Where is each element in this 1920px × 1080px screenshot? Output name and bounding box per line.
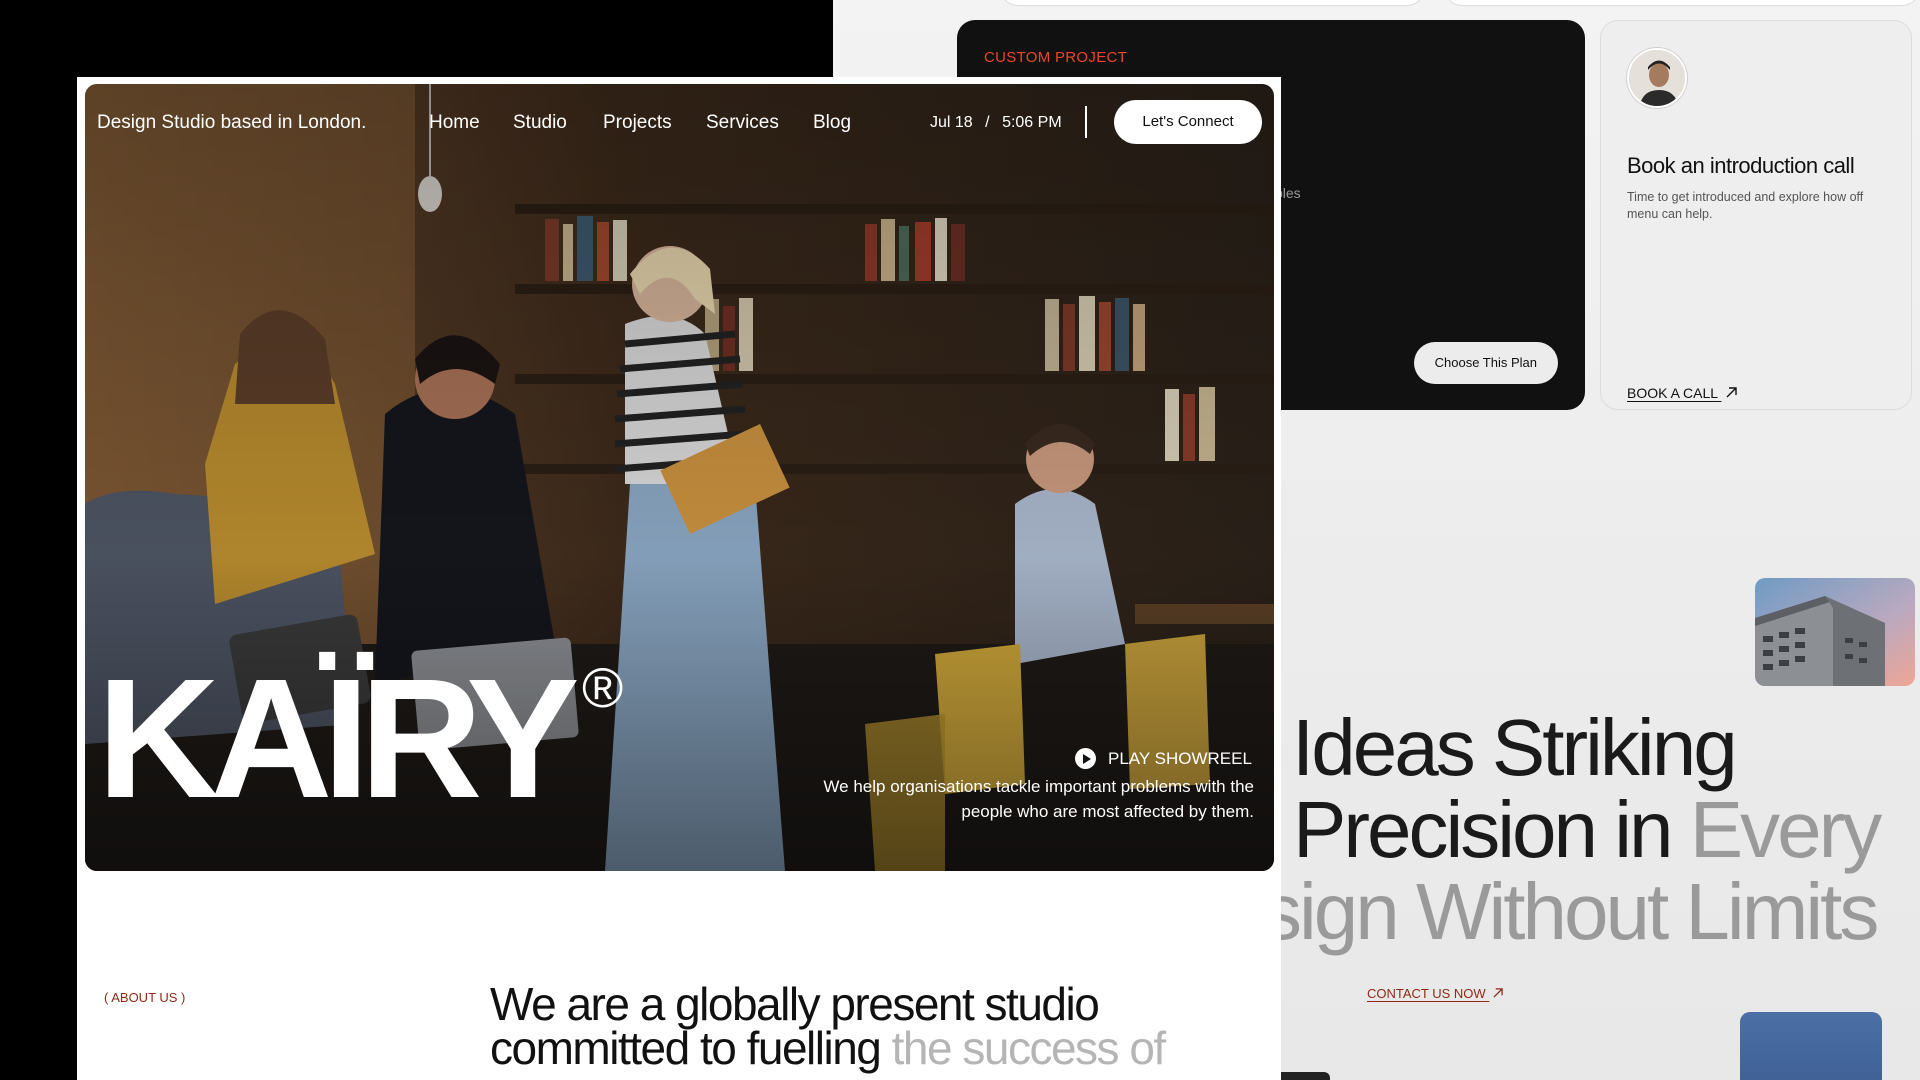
headline-line-1: l Ideas Striking bbox=[1258, 703, 1738, 792]
headline-dark: Precision in bbox=[1293, 785, 1674, 874]
play-icon bbox=[1075, 748, 1096, 769]
headline-line-3: sign Without Limits bbox=[1262, 867, 1879, 956]
hero-section: Design Studio based in London. Home Stud… bbox=[85, 84, 1274, 871]
arrow-up-right-icon bbox=[1493, 986, 1504, 1001]
about-text-grey: the success of bbox=[891, 1022, 1167, 1074]
book-call-link[interactable]: BOOK A CALL bbox=[1627, 385, 1738, 401]
studio-tagline: Design Studio based in London. bbox=[97, 112, 367, 133]
date: Jul 18 bbox=[930, 114, 973, 131]
top-pill bbox=[1000, 0, 1425, 6]
nav-services[interactable]: Services bbox=[706, 112, 779, 134]
book-call-card: Book an introduction call Time to get in… bbox=[1600, 20, 1912, 410]
time: 5:06 PM bbox=[1002, 114, 1062, 131]
navbar: Design Studio based in London. Home Stud… bbox=[85, 84, 1274, 164]
headline-line-2: Precision in Every bbox=[1293, 790, 1882, 870]
hero-description: We help organisations tackle important p… bbox=[823, 777, 1254, 821]
registered-mark: ® bbox=[582, 656, 624, 719]
about-label: ( ABOUT US ) bbox=[104, 990, 186, 1005]
building-image bbox=[1755, 578, 1915, 686]
book-title: Book an introduction call bbox=[1627, 153, 1855, 178]
brand-logo: KAÏRY bbox=[97, 644, 580, 834]
datetime: Jul 18 / 5:06 PM bbox=[930, 114, 1062, 132]
front-page: Design Studio based in London. Home Stud… bbox=[77, 77, 1281, 1080]
book-call-label: BOOK A CALL bbox=[1627, 385, 1718, 401]
nav-studio[interactable]: Studio bbox=[513, 112, 567, 134]
image-thumbnail bbox=[1740, 1012, 1882, 1080]
arrow-up-right-icon bbox=[1726, 385, 1738, 401]
plan-label: CUSTOM PROJECT bbox=[984, 49, 1128, 66]
headline-grey: Every bbox=[1689, 785, 1882, 874]
about-text: We are a globally present studio committ… bbox=[490, 981, 1290, 1071]
divider bbox=[1085, 106, 1087, 138]
choose-plan-button[interactable]: Choose This Plan bbox=[1413, 342, 1558, 384]
avatar bbox=[1627, 48, 1687, 108]
play-showreel-button[interactable]: PLAY SHOWREEL bbox=[1075, 748, 1252, 769]
showreel-label: PLAY SHOWREEL bbox=[1108, 748, 1252, 768]
contact-label: CONTACT US NOW bbox=[1367, 986, 1486, 1001]
top-pill bbox=[1444, 0, 1920, 6]
book-description: Time to get introduced and explore how o… bbox=[1627, 190, 1864, 221]
lets-connect-button[interactable]: Let's Connect bbox=[1114, 100, 1262, 144]
date-separator: / bbox=[985, 114, 990, 131]
contact-us-link[interactable]: CONTACT US NOW bbox=[1367, 986, 1504, 1001]
nav-blog[interactable]: Blog bbox=[813, 112, 851, 134]
nav-projects[interactable]: Projects bbox=[603, 112, 672, 134]
nav-home[interactable]: Home bbox=[429, 112, 480, 134]
